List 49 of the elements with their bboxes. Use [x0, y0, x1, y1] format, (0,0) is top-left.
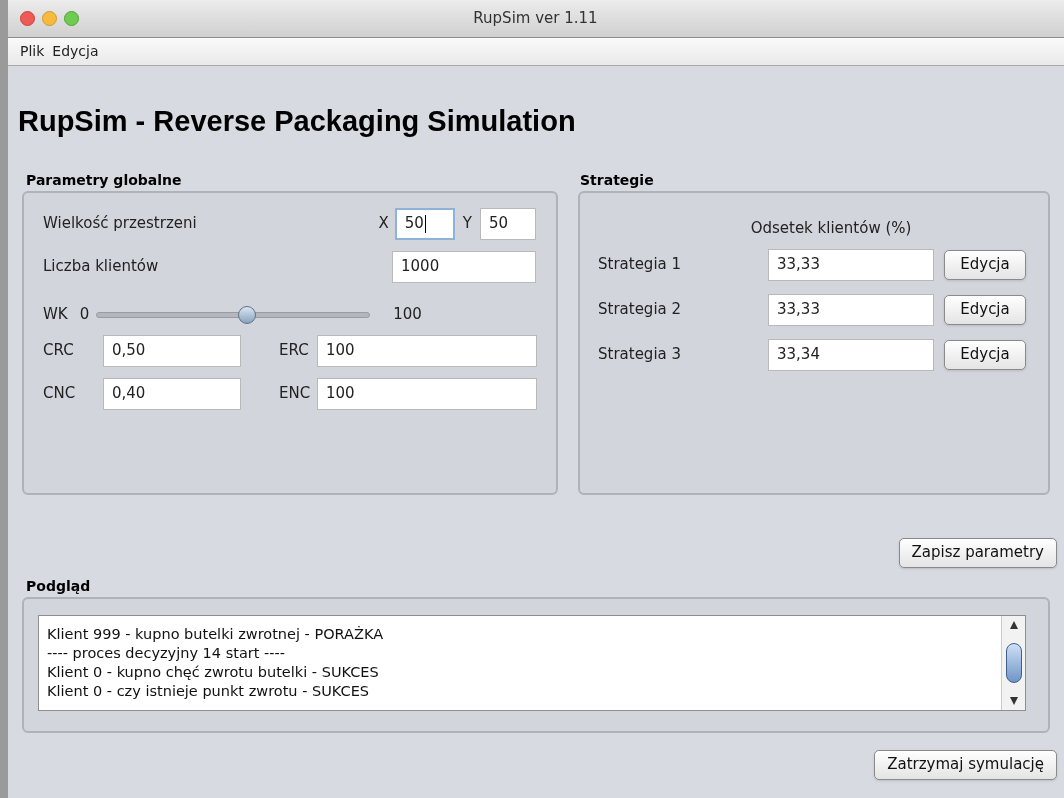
app-heading: RupSim - Reverse Packaging Simulation [18, 104, 577, 139]
log-line: ---- proces decyzyjny 14 start ---- [47, 643, 286, 663]
down-arrow-icon[interactable] [1008, 695, 1019, 706]
field-label: CNC [43, 383, 77, 405]
field-label: 0 [79, 304, 90, 326]
field-label: Wielkość przestrzeni [43, 213, 198, 235]
field-label: Strategia 2 [598, 299, 683, 321]
save-button[interactable]: Zapisz parametry [898, 537, 1057, 568]
edit-button[interactable]: Edycja [944, 339, 1026, 370]
group-title: Podgląd [26, 576, 92, 596]
text-field[interactable]: 100 [317, 377, 537, 410]
field-label: Y [462, 213, 472, 235]
field-label: WK [43, 304, 68, 326]
log-line: Klient 0 - czy istnieje punkt zwrotu - SUKCES [47, 681, 370, 701]
field-label: Strategia 1 [598, 254, 683, 276]
text-field[interactable]: 50 [394, 207, 455, 240]
group-title: Strategie [580, 170, 655, 190]
field-label: ERC [279, 340, 310, 362]
scroll-thumb[interactable] [1005, 642, 1022, 683]
scrollbar[interactable] [1001, 615, 1025, 710]
field-label: Odsetek klientów (%) [750, 218, 912, 237]
field-label: 100 [393, 304, 422, 326]
log-line: Klient 999 - kupno butelki zwrotnej - PORAŻKA [47, 624, 385, 644]
text-field[interactable]: 50 [480, 207, 536, 240]
field-label: Strategia 3 [598, 344, 683, 366]
field-label: CRC [43, 340, 75, 362]
menu-item[interactable]: Plik [20, 41, 45, 62]
minimize-button[interactable] [42, 11, 57, 26]
text-field[interactable]: 33,33 [768, 248, 934, 281]
group-title: Parametry globalne [26, 170, 183, 190]
field-label: Liczba klientów [43, 256, 160, 278]
up-arrow-icon[interactable] [1008, 619, 1019, 630]
stop-button[interactable]: Zatrzymaj symulację [874, 749, 1057, 780]
edit-button[interactable]: Edycja [944, 249, 1026, 280]
text-field[interactable]: 0,50 [103, 334, 241, 367]
text-field[interactable]: 33,33 [768, 293, 934, 326]
close-button[interactable] [20, 11, 35, 26]
text-field[interactable]: 0,40 [103, 377, 241, 410]
field-label: ENC [279, 383, 312, 405]
field-label: X [378, 213, 389, 235]
menu-item[interactable]: Edycja [52, 41, 99, 62]
text-field[interactable]: 100 [317, 334, 537, 367]
log-line: Klient 0 - kupno chęć zwrotu butelki - SUKCES [47, 662, 380, 682]
slider-thumb[interactable] [237, 305, 256, 324]
text-field[interactable]: 1000 [392, 250, 536, 283]
text-field[interactable]: 33,34 [768, 338, 934, 371]
window-title: RupSim ver 1.11 [473, 8, 598, 30]
zoom-button[interactable] [64, 11, 79, 26]
edit-button[interactable]: Edycja [944, 294, 1026, 325]
